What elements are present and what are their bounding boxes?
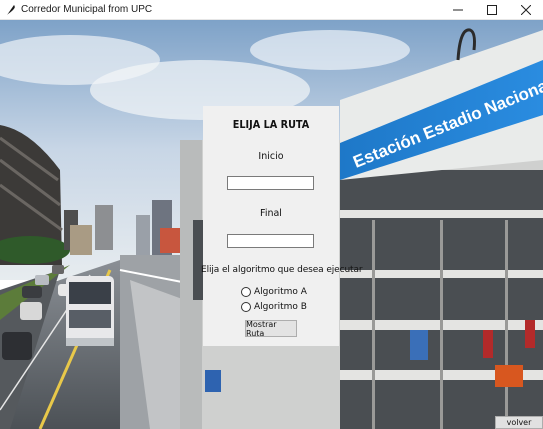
algorithm-a-option[interactable]: Algoritmo A — [241, 285, 307, 298]
maximize-icon — [487, 5, 497, 15]
algorithm-a-label: Algoritmo A — [254, 286, 307, 297]
end-input[interactable] — [227, 234, 314, 248]
start-label: Inicio — [258, 151, 284, 162]
route-form-panel: ELIJA LA RUTA Inicio Final Elija el algo… — [201, 106, 363, 346]
feather-icon — [3, 2, 19, 18]
window-title: Corredor Municipal from UPC — [21, 4, 153, 15]
algorithm-a-radio[interactable] — [241, 286, 251, 297]
algorithm-b-option[interactable]: Algoritmo B — [241, 300, 307, 313]
minimize-button[interactable] — [441, 0, 475, 20]
close-button[interactable] — [509, 0, 543, 20]
show-route-button[interactable]: Mostrar Ruta — [245, 320, 297, 338]
algorithm-label: Elija el algoritmo que desea ejecutar — [201, 265, 363, 275]
start-input[interactable] — [227, 176, 314, 190]
minimize-icon — [453, 9, 463, 11]
algorithm-b-radio[interactable] — [241, 301, 251, 312]
back-button[interactable]: volver — [495, 416, 543, 429]
close-icon — [521, 5, 531, 15]
algorithm-b-label: Algoritmo B — [254, 301, 307, 312]
panel-title: ELIJA LA RUTA — [232, 118, 310, 131]
end-label: Final — [260, 208, 282, 219]
window-title-bar: Corredor Municipal from UPC — [0, 0, 543, 20]
maximize-button[interactable] — [475, 0, 509, 20]
